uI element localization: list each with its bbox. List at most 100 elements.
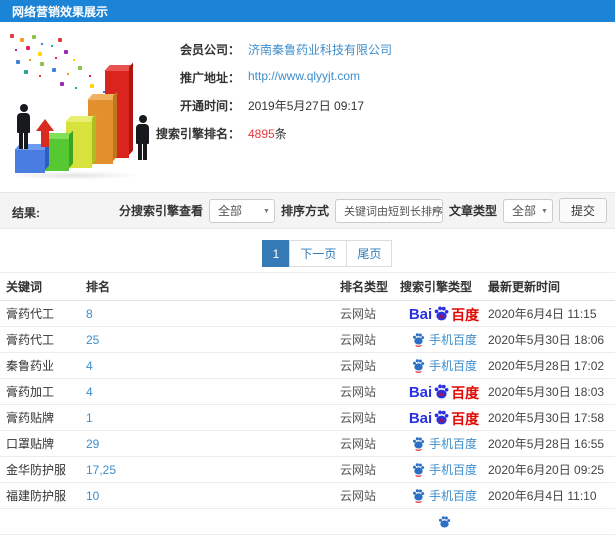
chevron-down-icon: ▼ — [263, 207, 270, 215]
rank-link[interactable]: 29 — [86, 437, 340, 451]
keyword-cell: 口罩贴牌 — [6, 437, 55, 451]
keyword-cell: 膏药贴牌 — [6, 411, 55, 425]
businessman-right-icon — [136, 115, 149, 160]
rank-type-cell: 云网站 — [340, 411, 377, 425]
rank-count-suffix: 条 — [274, 127, 287, 141]
baidu-logo-icon: Bai du 百度 — [408, 410, 480, 427]
company-label: 会员公司： — [179, 43, 240, 57]
businessman-left-icon — [17, 104, 30, 149]
chevron-down-icon: ▼ — [541, 207, 548, 215]
keyword-cell: 金华防护服 — [6, 463, 67, 477]
article-type-label: 文章类型 — [448, 204, 497, 218]
mobile-baidu-label: 手机百度 — [428, 333, 477, 347]
rank-link[interactable]: 1 — [86, 411, 340, 425]
rank-count-value: 4895 — [248, 127, 275, 141]
submit-button[interactable]: 提交 — [558, 198, 607, 223]
rank-type-cell: 云网站 — [340, 307, 377, 321]
up-arrow-icon — [36, 119, 54, 147]
updated-cell: 2020年6月4日 11:10 — [488, 489, 597, 503]
mobile-baidu-label: 手机百度 — [428, 489, 477, 503]
rank-link[interactable]: 8 — [86, 307, 340, 321]
info-row-company: 会员公司： 济南秦鲁药业科技有限公司 — [0, 34, 615, 62]
page-title: 网络营销效果展示 — [12, 4, 109, 19]
keyword-cell: 膏药代工 — [6, 307, 55, 321]
result-label: 结果: — [12, 206, 40, 220]
article-type-select[interactable]: 全部 ▼ — [502, 198, 553, 223]
promo-url-link[interactable]: http://www.qlyyjt.com — [248, 69, 360, 83]
table-row: 秦鲁药业 4 云网站 手机百度 2020年5月28日 17:02 — [0, 353, 615, 379]
results-table: 关键词 排名 排名类型 搜索引擎类型 最新更新时间 膏药代工 8 云网站 Bai… — [0, 272, 615, 535]
rank-type-cell: 云网站 — [340, 385, 377, 399]
mobile-baidu-label: 手机百度 — [428, 463, 477, 477]
baidu-paw-icon: du — [434, 410, 449, 425]
baidu-logo-icon: Bai du 百度 — [408, 306, 480, 323]
engine-filter-label: 分搜索引擎查看 — [118, 204, 203, 218]
keyword-cell: 膏药代工 — [6, 333, 55, 347]
baidu-logo-icon: Bai du 百度 — [408, 384, 480, 401]
table-row: 膏药加工 4 云网站 Bai du 百度 2020年5月30日 18:03 — [0, 379, 615, 405]
title-bar: 网络营销效果展示 — [0, 0, 615, 22]
table-row: 膏药代工 25 云网站 手机百度 2020年5月30日 18:06 — [0, 327, 615, 353]
svg-text:du: du — [439, 418, 445, 424]
filter-bar: 结果: 分搜索引擎查看 全部 ▼ 排序方式 关键词由短到长排序 ▼ 文章类型 全… — [0, 192, 615, 229]
updated-cell: 2020年5月30日 18:03 — [488, 385, 605, 399]
updated-cell: 2020年5月30日 17:58 — [488, 411, 605, 425]
table-row: 膏药贴牌 1 云网站 Bai du 百度 2020年5月30日 17:58 — [0, 405, 615, 431]
updated-cell: 2020年5月30日 18:06 — [488, 333, 605, 347]
keyword-cell: 秦鲁药业 — [6, 359, 55, 373]
mobile-baidu-paw-icon — [412, 437, 425, 451]
rank-type-cell: 云网站 — [340, 359, 377, 373]
svg-text:du: du — [439, 392, 445, 398]
last-page-button[interactable]: 尾页 — [346, 240, 393, 267]
rank-link[interactable]: 17,25 — [86, 463, 340, 477]
table-row-partial — [0, 509, 615, 535]
updated-cell: 2020年6月20日 09:25 — [488, 463, 605, 477]
chevron-down-icon: ▼ — [431, 207, 438, 215]
engine-filter-select[interactable]: 全部 ▼ — [208, 198, 275, 223]
open-time-value: 2019年5月27日 09:17 — [248, 99, 365, 113]
sort-select[interactable]: 关键词由短到长排序 ▼ — [334, 198, 443, 223]
rank-type-cell: 云网站 — [340, 437, 377, 451]
table-row: 口罩贴牌 29 云网站 手机百度 2020年5月28日 16:55 — [0, 431, 615, 457]
col-rank: 排名 — [86, 280, 111, 294]
baidu-paw-icon: du — [434, 384, 449, 399]
table-row: 金华防护服 17,25 云网站 手机百度 2020年6月20日 09:25 — [0, 457, 615, 483]
bar-blue — [14, 141, 50, 173]
rank-link[interactable]: 10 — [86, 489, 340, 503]
member-info-section: 会员公司： 济南秦鲁药业科技有限公司 推广地址： http://www.qlyy… — [0, 22, 615, 192]
info-row-url: 推广地址： http://www.qlyyjt.com — [0, 62, 615, 90]
rank-type-cell: 云网站 — [340, 489, 377, 503]
open-time-label: 开通时间： — [179, 99, 240, 113]
mobile-baidu-label: 手机百度 — [428, 437, 477, 451]
rank-link[interactable]: 25 — [86, 333, 340, 347]
col-rank-type: 排名类型 — [340, 280, 389, 294]
pagination: 1 下一页 尾页 — [0, 240, 615, 267]
col-keyword: 关键词 — [6, 280, 43, 294]
rank-link[interactable]: 4 — [86, 385, 340, 399]
table-row: 膏药代工 8 云网站 Bai du 百度 2020年6月4日 11:15 — [0, 301, 615, 327]
mobile-baidu-paw-icon — [412, 333, 425, 347]
table-row: 福建防护服 10 云网站 手机百度 2020年6月4日 11:10 — [0, 483, 615, 509]
rank-link[interactable]: 4 — [86, 359, 340, 373]
table-header-row: 关键词 排名 排名类型 搜索引擎类型 最新更新时间 — [0, 273, 615, 301]
page-1-button[interactable]: 1 — [261, 240, 291, 267]
rank-type-cell: 云网站 — [340, 463, 377, 477]
keyword-cell: 福建防护服 — [6, 489, 67, 503]
company-link[interactable]: 济南秦鲁药业科技有限公司 — [248, 43, 392, 57]
updated-cell: 2020年6月4日 11:15 — [488, 307, 597, 321]
keyword-cell: 膏药加工 — [6, 385, 55, 399]
mobile-baidu-paw-icon — [412, 359, 425, 373]
promo-url-label: 推广地址： — [179, 71, 240, 85]
col-updated: 最新更新时间 — [488, 280, 561, 294]
next-page-button[interactable]: 下一页 — [289, 240, 348, 267]
baidu-paw-icon: du — [434, 306, 449, 321]
svg-text:du: du — [439, 314, 445, 320]
updated-cell: 2020年5月28日 17:02 — [488, 359, 605, 373]
rank-count-label: 搜索引擎排名： — [155, 127, 240, 141]
mobile-baidu-label: 手机百度 — [428, 359, 477, 373]
col-engine-type: 搜索引擎类型 — [400, 280, 473, 294]
mobile-baidu-paw-icon — [412, 489, 425, 503]
sort-label: 排序方式 — [280, 204, 329, 218]
rank-type-cell: 云网站 — [340, 333, 377, 347]
updated-cell: 2020年5月28日 16:55 — [488, 437, 605, 451]
